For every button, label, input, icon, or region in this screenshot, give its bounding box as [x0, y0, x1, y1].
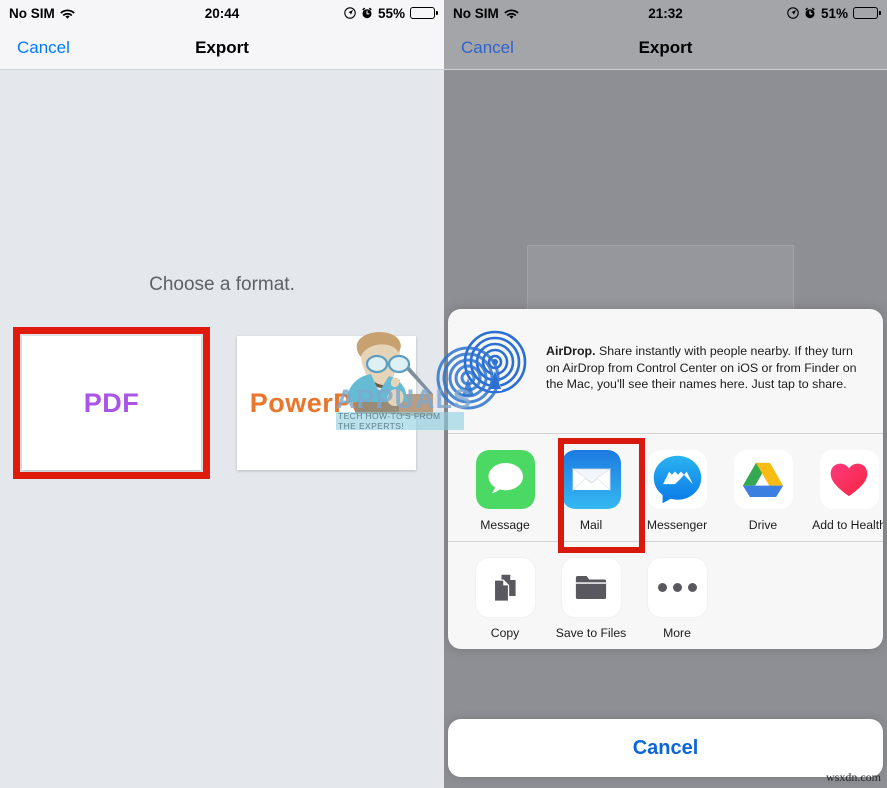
share-target-label: Messenger [646, 518, 708, 532]
health-heart-icon [819, 450, 879, 509]
share-target-message[interactable]: Message [462, 450, 548, 532]
airdrop-title: AirDrop. [546, 344, 596, 358]
share-action-label: More [663, 626, 691, 640]
wifi-icon [60, 8, 75, 19]
powerpoint-label: PowerPoint [249, 387, 404, 418]
airdrop-icon [458, 325, 532, 399]
share-apps-row: Message Mail Messenger Drive Add to Heal… [448, 434, 883, 553]
format-options-list: PDF PowerPoint [0, 327, 444, 479]
cancel-button[interactable]: Cancel [444, 38, 514, 58]
status-bar-left: No SIM [453, 6, 519, 21]
pdf-label: PDF [83, 387, 140, 418]
left-phone-screen: No SIM 20:44 55% Cancel Export Choose a … [0, 0, 444, 788]
share-target-label: Message [480, 518, 530, 532]
battery-percent-label: 51% [820, 5, 848, 21]
navigation-bar: Cancel Export [0, 26, 444, 70]
share-target-drive[interactable]: Drive [720, 450, 806, 532]
status-bar: No SIM 21:32 51% [444, 0, 887, 26]
google-drive-icon [733, 450, 793, 509]
format-option-powerpoint[interactable]: PowerPoint [237, 331, 433, 470]
format-prompt: Choose a format. [149, 274, 295, 295]
airdrop-section[interactable]: AirDrop. Share instantly with people nea… [448, 309, 883, 433]
status-bar-right: 55% [344, 5, 438, 21]
share-target-label: Mail [579, 518, 603, 532]
copy-documents-icon [475, 558, 535, 617]
share-actions-row: Copy Save to Files More [448, 542, 883, 649]
right-phone-screen: No SIM 21:32 51% Cancel Export AirDrop. … [444, 0, 887, 788]
wifi-icon [504, 8, 519, 19]
status-bar: No SIM 20:44 55% [0, 0, 444, 26]
carrier-label: No SIM [453, 5, 499, 21]
powerpoint-thumbnail-card[interactable]: PowerPoint [237, 336, 416, 470]
messages-icon [475, 450, 535, 509]
share-action-save-to-files[interactable]: Save to Files [548, 558, 634, 640]
cancel-button[interactable]: Cancel [0, 38, 70, 58]
location-arrow-icon [787, 7, 799, 19]
carrier-label: No SIM [9, 5, 55, 21]
navigation-bar: Cancel Export [444, 26, 887, 70]
share-action-label: Save to Files [555, 626, 627, 640]
share-target-add-to-health[interactable]: Add to Health [806, 450, 883, 532]
share-target-messenger[interactable]: Messenger [634, 450, 720, 532]
location-arrow-icon [344, 7, 356, 19]
share-target-mail[interactable]: Mail [548, 438, 645, 553]
format-option-pdf[interactable]: PDF [13, 327, 210, 479]
share-sheet: AirDrop. Share instantly with people nea… [448, 309, 883, 649]
alarm-clock-icon [361, 7, 373, 19]
share-sheet-cancel-button[interactable]: Cancel [448, 719, 883, 777]
status-bar-left: No SIM [9, 6, 75, 21]
alarm-clock-icon [804, 7, 816, 19]
folder-icon [561, 558, 621, 617]
battery-percent-label: 55% [377, 5, 405, 21]
share-action-label: Copy [490, 626, 520, 640]
more-dots-icon [647, 558, 707, 617]
mail-icon [561, 450, 621, 509]
share-action-more[interactable]: More [634, 558, 720, 640]
corner-watermark: wsxdn.com [826, 770, 881, 784]
messenger-icon [647, 450, 707, 509]
share-target-label: Drive [748, 518, 778, 532]
status-bar-right: 51% [787, 5, 881, 21]
share-target-label: Add to Health [812, 518, 883, 532]
battery-icon [853, 7, 881, 19]
airdrop-description: AirDrop. Share instantly with people nea… [546, 325, 869, 399]
dual-screenshot-container: No SIM 20:44 55% Cancel Export Choose a … [0, 0, 887, 788]
battery-icon [410, 7, 438, 19]
share-action-copy[interactable]: Copy [462, 558, 548, 640]
pdf-thumbnail-card[interactable]: PDF [22, 336, 201, 470]
